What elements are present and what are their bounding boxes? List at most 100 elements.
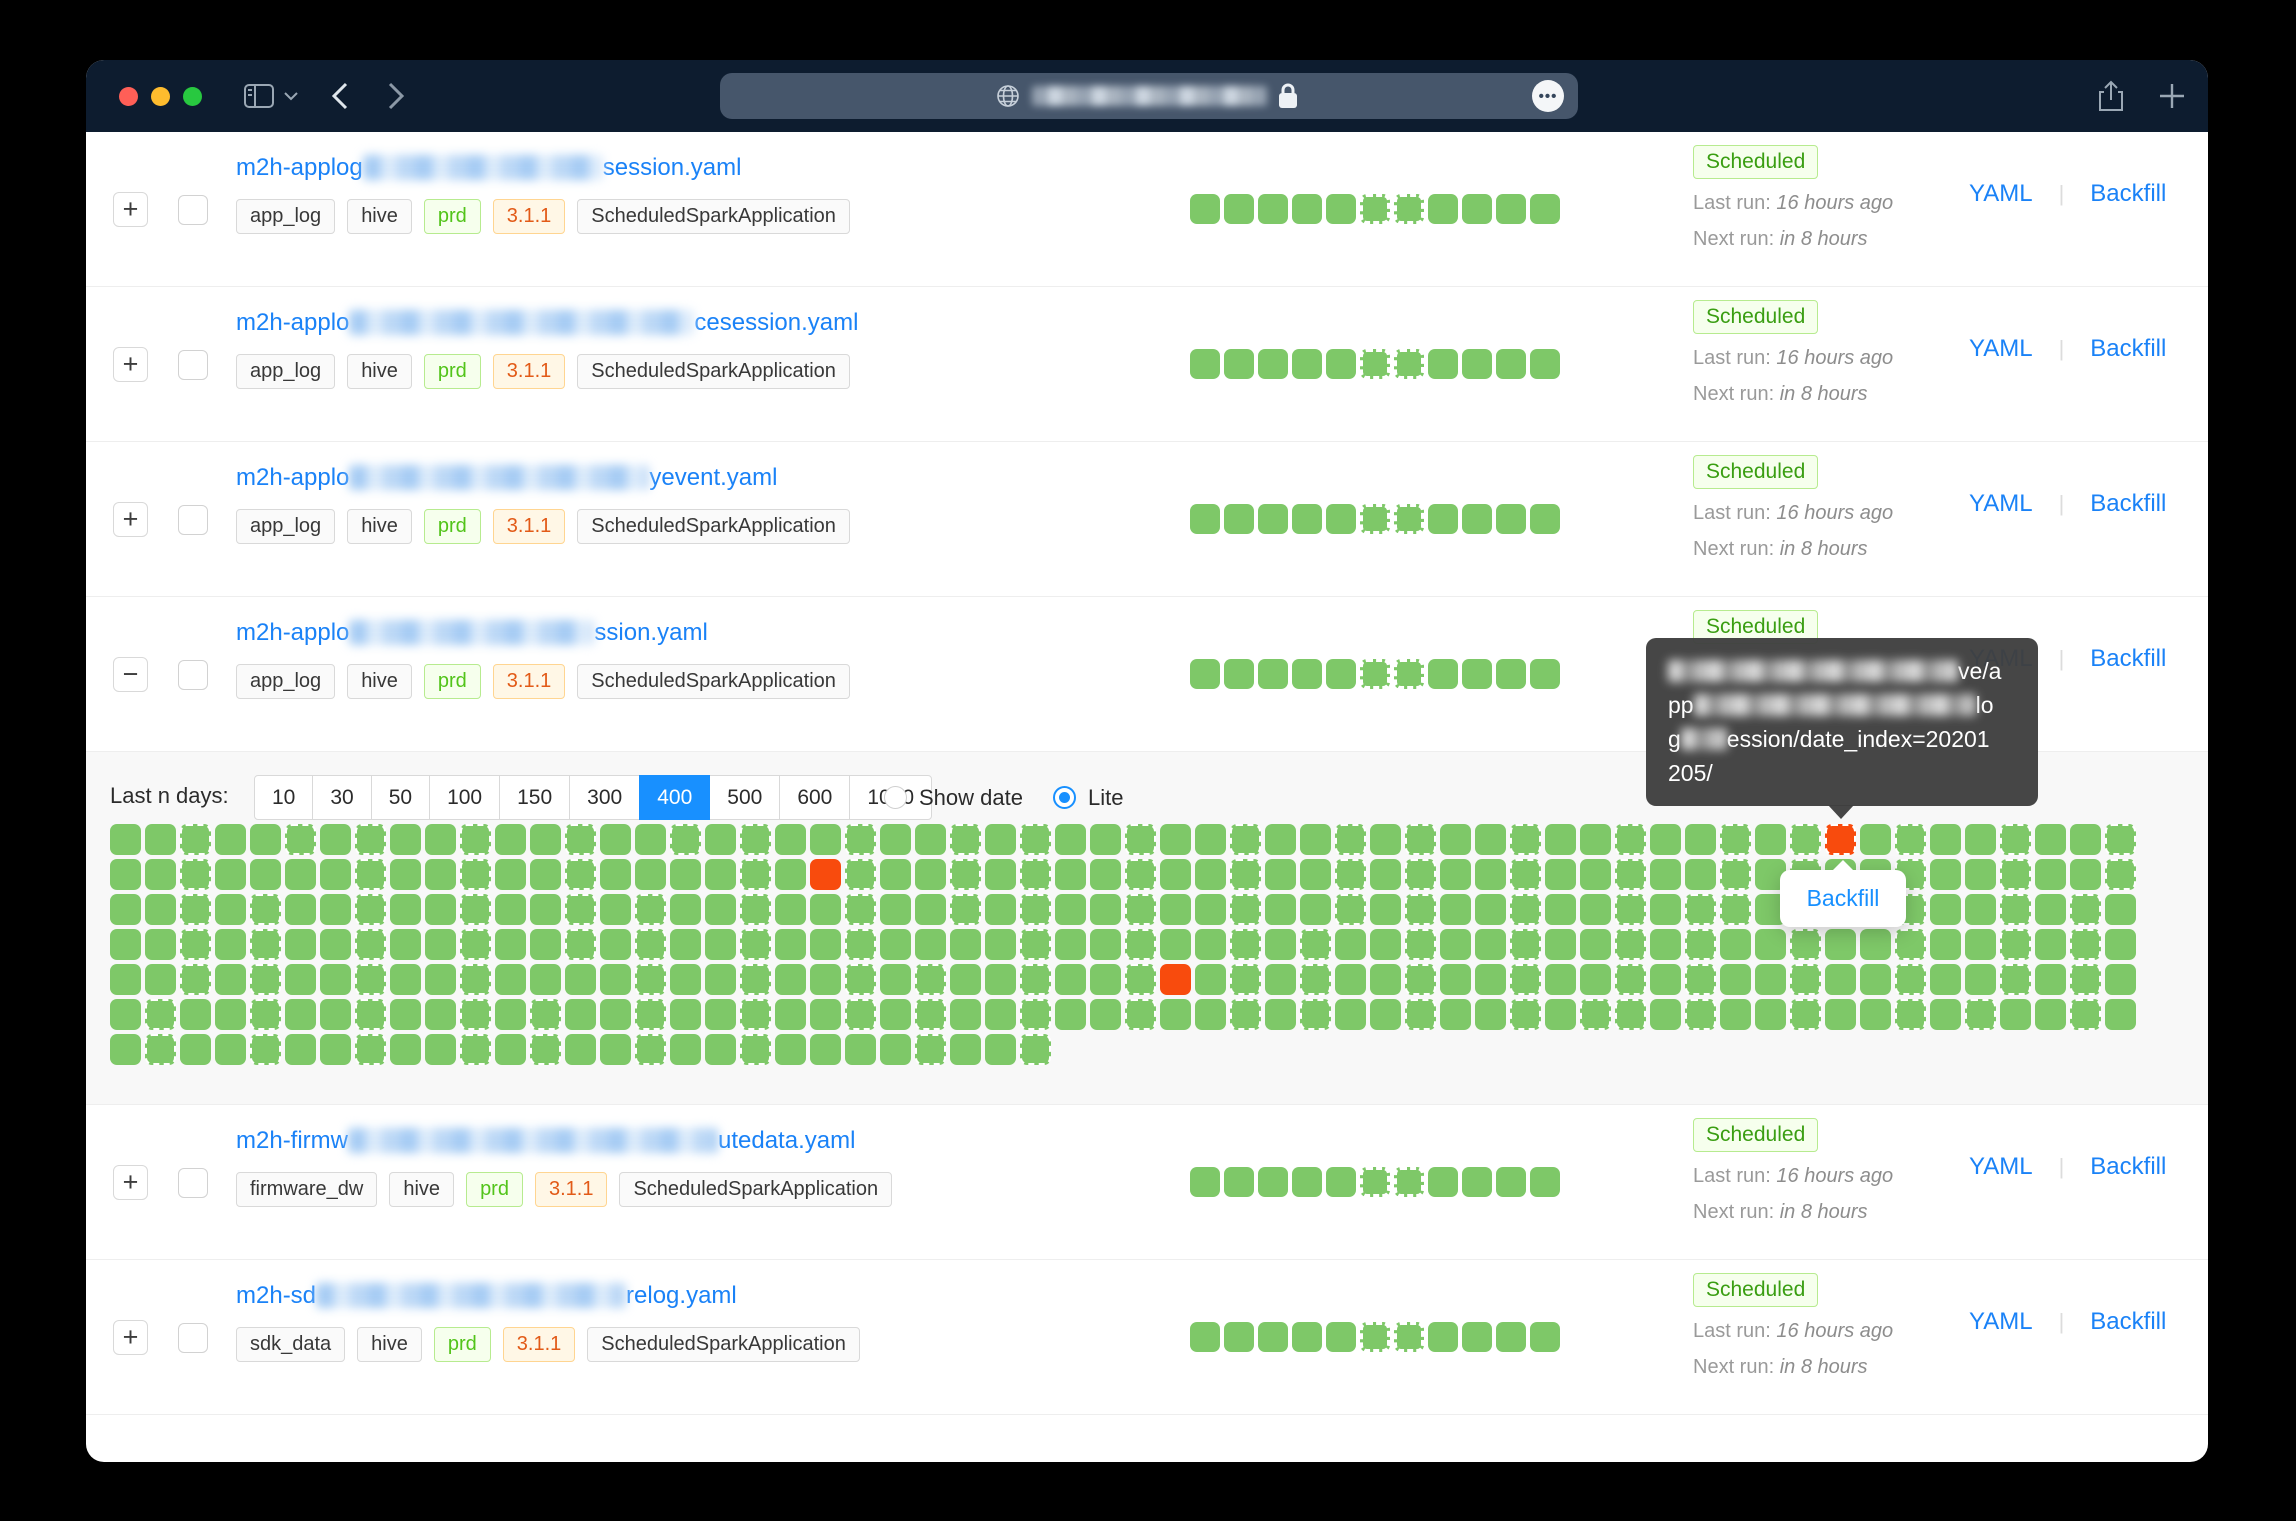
heatmap-cell[interactable] (915, 1034, 946, 1065)
heatmap-cell[interactable] (1790, 824, 1821, 855)
heatmap-cell[interactable] (775, 999, 806, 1030)
heatmap-cell[interactable] (1720, 824, 1751, 855)
heatmap-cell[interactable] (1860, 999, 1891, 1030)
heatmap-cell[interactable] (880, 999, 911, 1030)
heatmap-cell[interactable] (1790, 999, 1821, 1030)
heatmap-cell[interactable] (880, 894, 911, 925)
heatmap-cell[interactable] (355, 964, 386, 995)
heatmap-cell[interactable] (740, 894, 771, 925)
heatmap-cell[interactable] (1545, 999, 1576, 1030)
radio-lite[interactable]: Lite (1053, 775, 1123, 820)
heatmap-cell[interactable] (180, 929, 211, 960)
heatmap-cell[interactable] (1825, 929, 1856, 960)
heatmap-cell[interactable] (425, 894, 456, 925)
heatmap-cell[interactable] (1510, 859, 1541, 890)
heatmap-cell[interactable] (950, 824, 981, 855)
heatmap-cell[interactable] (775, 894, 806, 925)
heatmap-cell[interactable] (950, 1034, 981, 1065)
heatmap-cell[interactable] (1300, 964, 1331, 995)
heatmap-cell[interactable] (1685, 929, 1716, 960)
heatmap-cell[interactable] (880, 859, 911, 890)
heatmap-cell[interactable] (1440, 964, 1471, 995)
heatmap-cell[interactable] (1580, 859, 1611, 890)
heatmap-cell[interactable] (1405, 894, 1436, 925)
heatmap-cell[interactable] (1615, 929, 1646, 960)
heatmap-cell[interactable] (845, 999, 876, 1030)
heatmap-cell[interactable] (495, 999, 526, 1030)
heatmap-cell[interactable] (1965, 999, 1996, 1030)
heatmap-cell[interactable] (1895, 999, 1926, 1030)
expand-toggle-button[interactable]: + (113, 347, 148, 382)
heatmap-cell[interactable] (2000, 999, 2031, 1030)
heatmap-cell[interactable] (1895, 929, 1926, 960)
heatmap-cell[interactable] (670, 999, 701, 1030)
heatmap-cell[interactable] (1440, 859, 1471, 890)
heatmap-cell[interactable] (775, 824, 806, 855)
heatmap-cell[interactable] (2070, 824, 2101, 855)
heatmap-cell[interactable] (600, 964, 631, 995)
heatmap-cell[interactable] (880, 929, 911, 960)
yaml-link[interactable]: YAML (1969, 180, 2033, 208)
heatmap-cell[interactable] (705, 964, 736, 995)
heatmap-cell[interactable] (1475, 824, 1506, 855)
heatmap-cell[interactable] (1650, 894, 1681, 925)
heatmap-cell[interactable] (1405, 964, 1436, 995)
heatmap-cell[interactable] (145, 964, 176, 995)
heatmap-cell[interactable] (1755, 824, 1786, 855)
heatmap-cell[interactable] (1370, 824, 1401, 855)
heatmap-cell[interactable] (1860, 964, 1891, 995)
heatmap-cell[interactable] (1020, 894, 1051, 925)
heatmap-cell[interactable] (1755, 964, 1786, 995)
heatmap-cell[interactable] (1405, 999, 1436, 1030)
heatmap-cell[interactable] (285, 859, 316, 890)
share-icon[interactable] (2098, 60, 2124, 132)
heatmap-cell[interactable] (1475, 929, 1506, 960)
heatmap-cell[interactable] (985, 859, 1016, 890)
heatmap-cell[interactable] (250, 1034, 281, 1065)
heatmap-cell[interactable] (390, 824, 421, 855)
heatmap-cell[interactable] (180, 859, 211, 890)
heatmap-cell[interactable] (1615, 824, 1646, 855)
heatmap-cell[interactable] (810, 964, 841, 995)
heatmap-cell[interactable] (845, 929, 876, 960)
heatmap-cell[interactable] (1090, 999, 1121, 1030)
heatmap-cell[interactable] (1475, 964, 1506, 995)
heatmap-cell[interactable] (565, 1034, 596, 1065)
close-window-button[interactable] (119, 87, 138, 106)
heatmap-cell[interactable] (495, 1034, 526, 1065)
heatmap-cell[interactable] (1510, 964, 1541, 995)
heatmap-cell[interactable] (1370, 999, 1401, 1030)
heatmap-cell[interactable] (635, 824, 666, 855)
heatmap-cell[interactable] (285, 964, 316, 995)
heatmap-cell[interactable] (1545, 824, 1576, 855)
heatmap-cell[interactable] (1370, 964, 1401, 995)
heatmap-cell[interactable] (460, 894, 491, 925)
heatmap-cell[interactable] (600, 1034, 631, 1065)
heatmap-cell[interactable] (1265, 894, 1296, 925)
heatmap-cell[interactable] (460, 929, 491, 960)
heatmap-cell[interactable] (1650, 999, 1681, 1030)
heatmap-cell[interactable] (1265, 999, 1296, 1030)
heatmap-cell[interactable] (1475, 894, 1506, 925)
heatmap-cell[interactable] (600, 824, 631, 855)
heatmap-cell[interactable] (1790, 964, 1821, 995)
heatmap-cell[interactable] (1370, 894, 1401, 925)
heatmap-cell[interactable] (810, 894, 841, 925)
heatmap-cell[interactable] (740, 824, 771, 855)
heatmap-cell[interactable] (145, 999, 176, 1030)
heatmap-cell[interactable] (950, 964, 981, 995)
heatmap-cell[interactable] (110, 894, 141, 925)
heatmap-cell[interactable] (1685, 999, 1716, 1030)
heatmap-cell[interactable] (705, 824, 736, 855)
heatmap-cell[interactable] (670, 894, 701, 925)
heatmap-cell[interactable] (845, 894, 876, 925)
heatmap-cell-failed[interactable] (1825, 824, 1856, 855)
heatmap-cell[interactable] (1650, 859, 1681, 890)
heatmap-cell-failed[interactable] (810, 859, 841, 890)
heatmap-cell[interactable] (985, 964, 1016, 995)
heatmap-cell[interactable] (1440, 999, 1471, 1030)
backfill-link[interactable]: Backfill (2090, 335, 2166, 363)
heatmap-cell[interactable] (180, 894, 211, 925)
job-yaml-link[interactable]: m2h-apployevent.yaml (236, 464, 850, 492)
heatmap-cell[interactable] (635, 999, 666, 1030)
